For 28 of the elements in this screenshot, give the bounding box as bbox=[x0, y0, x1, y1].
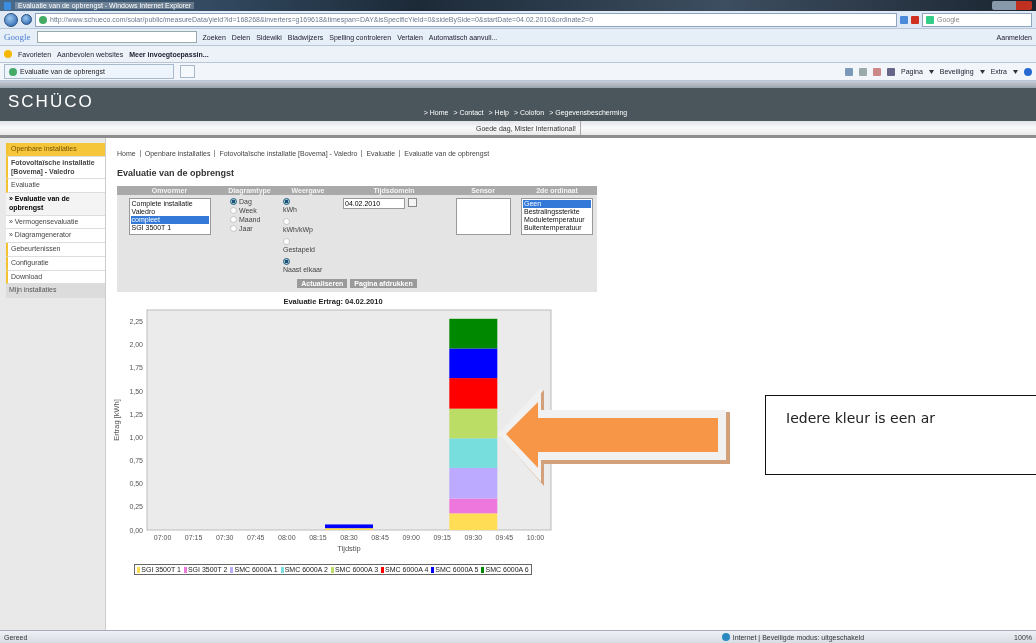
forward-button[interactable] bbox=[21, 14, 32, 25]
caret-icon bbox=[979, 69, 985, 74]
chart-bar bbox=[449, 348, 498, 379]
radio-button[interactable] bbox=[283, 218, 290, 225]
radio-button[interactable] bbox=[283, 258, 290, 265]
radio-button[interactable] bbox=[230, 225, 237, 232]
window-controls[interactable] bbox=[992, 1, 1032, 10]
sensor-list[interactable] bbox=[455, 198, 511, 235]
radio-button[interactable] bbox=[283, 238, 290, 245]
calendar-icon[interactable] bbox=[408, 198, 417, 207]
page-title: Evaluatie van de opbrengst bbox=[117, 168, 236, 178]
google-logo: Google bbox=[4, 32, 31, 42]
radio-button[interactable] bbox=[230, 207, 237, 214]
radio-button[interactable] bbox=[230, 216, 237, 223]
site-logo: SCHÜCO bbox=[8, 92, 94, 112]
chart-bar bbox=[449, 318, 498, 349]
chart-bar bbox=[449, 513, 498, 530]
callout-text: Iedere kleur is een ar bbox=[765, 395, 1036, 475]
chart-bar bbox=[449, 408, 498, 439]
caret-icon bbox=[928, 69, 934, 74]
caret-icon bbox=[1013, 69, 1018, 74]
chart-bar bbox=[449, 438, 498, 468]
chart-bar bbox=[449, 378, 498, 409]
new-tab-button[interactable] bbox=[180, 65, 195, 78]
radio-button[interactable] bbox=[283, 198, 290, 205]
google-search-field[interactable] bbox=[36, 31, 197, 43]
back-button[interactable] bbox=[4, 12, 18, 27]
radio-button[interactable] bbox=[230, 198, 237, 205]
